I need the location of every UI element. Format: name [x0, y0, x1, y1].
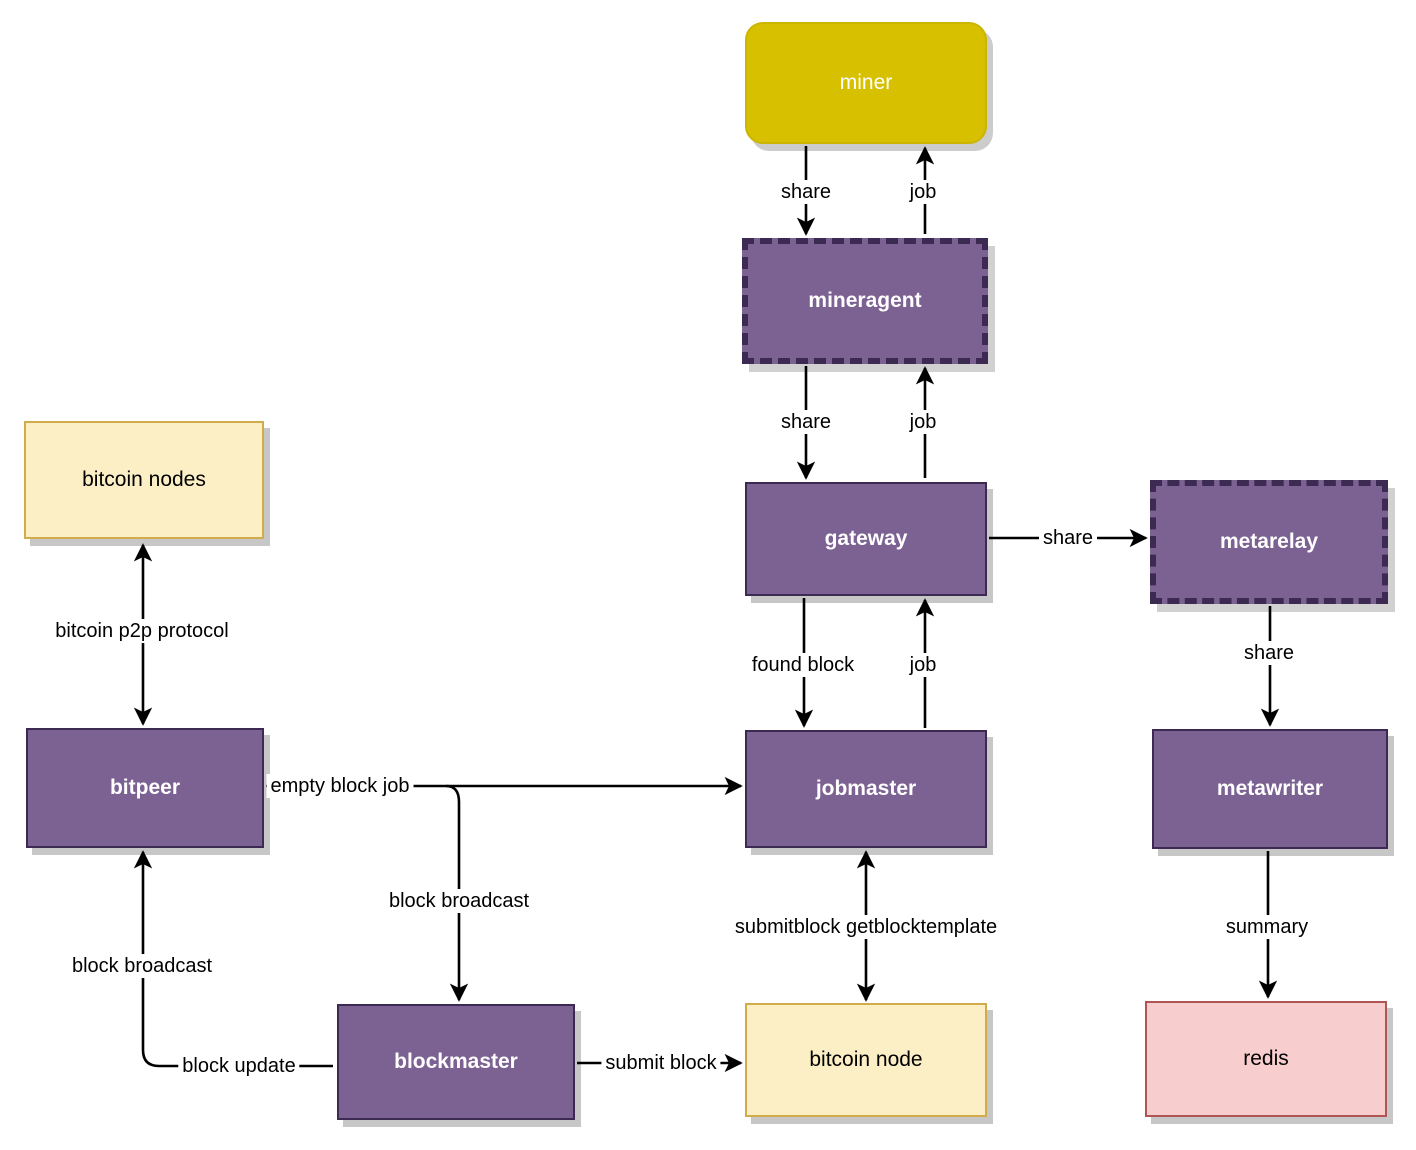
node-redis[interactable]: redis — [1145, 1001, 1387, 1117]
node-bitcoin-node[interactable]: bitcoin node — [745, 1003, 987, 1117]
node-miner[interactable]: miner — [745, 22, 987, 144]
edge-label-bitpeer-blockmaster-bcast: block broadcast — [384, 889, 534, 913]
node-mineragent-label: mineragent — [808, 288, 922, 312]
edge-label-blockmaster-bitpeer-bcast: block broadcast — [67, 954, 217, 978]
node-bitcoin-nodes-label: bitcoin nodes — [82, 467, 206, 491]
node-jobmaster-label: jobmaster — [815, 776, 917, 800]
node-metawriter[interactable]: metawriter — [1152, 729, 1388, 849]
node-metarelay-label: metarelay — [1219, 529, 1319, 553]
edge-label-mineragent-miner-job: job — [905, 180, 941, 204]
node-gateway-label: gateway — [824, 526, 908, 550]
diagram-canvas: miner mineragent gateway jobmaster bitco… — [0, 0, 1416, 1150]
node-bitpeer-label: bitpeer — [109, 775, 180, 799]
edge-label-gateway-mineragent-job: job — [905, 410, 941, 434]
node-blockmaster[interactable]: blockmaster — [337, 1004, 575, 1120]
node-miner-label: miner — [839, 70, 893, 94]
edge-label-metarelay-metawriter-share: share — [1239, 641, 1299, 665]
node-mineragent[interactable]: mineragent — [742, 238, 988, 364]
edge-label-blockmaster-update: block update — [178, 1054, 300, 1078]
edge-label-miner-mineragent-share: share — [776, 180, 836, 204]
node-redis-label: redis — [1243, 1046, 1289, 1070]
edge-label-bitpeer-jobmaster-empty: empty block job — [266, 774, 414, 798]
edge-label-jobmaster-gateway-job: job — [905, 653, 941, 677]
edge-label-metawriter-redis-summary: summary — [1221, 915, 1313, 939]
edge-label-mineragent-gateway-share: share — [776, 410, 836, 434]
node-bitpeer[interactable]: bitpeer — [26, 728, 264, 848]
node-bitcoin-node-label: bitcoin node — [809, 1047, 923, 1071]
node-metawriter-label: metawriter — [1216, 776, 1324, 800]
edge-label-jobmaster-node-rpc: submitblock getblocktemplate — [730, 915, 1002, 939]
edge-label-blockmaster-node-submit: submit block — [601, 1051, 721, 1075]
node-gateway[interactable]: gateway — [745, 482, 987, 596]
node-bitcoin-nodes[interactable]: bitcoin nodes — [24, 421, 264, 539]
node-blockmaster-label: blockmaster — [394, 1049, 518, 1073]
edge-label-gateway-jobmaster-found: found block — [747, 653, 859, 677]
node-metarelay[interactable]: metarelay — [1150, 480, 1388, 604]
node-jobmaster[interactable]: jobmaster — [745, 730, 987, 848]
edge-label-gateway-metarelay-share: share — [1038, 526, 1098, 550]
edge-label-nodes-bitpeer-p2p: bitcoin p2p protocol — [51, 619, 233, 643]
